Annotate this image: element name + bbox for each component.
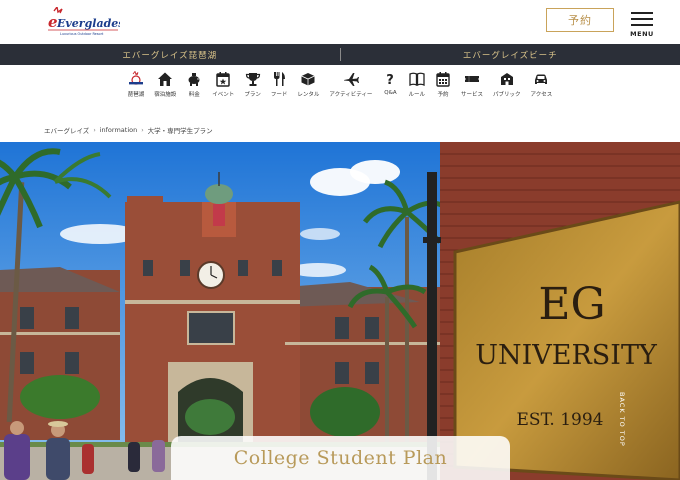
nav-label: パブリック <box>492 92 521 98</box>
nav-label: 予約 <box>437 92 449 98</box>
calendar-grid-icon <box>436 72 450 87</box>
nav-item-rental[interactable]: レンタル <box>297 71 319 98</box>
everglades-logo[interactable]: e Everglades Luxurious Outdoor Resort <box>46 7 120 37</box>
house-icon <box>158 72 173 86</box>
back-to-top-link[interactable]: BACK TO TOP <box>612 392 626 456</box>
menu-label: MENU <box>630 30 654 38</box>
nav-label: ルール <box>408 92 425 98</box>
sign-line2: UNIVERSITY <box>475 340 658 371</box>
nav-item-public[interactable]: パブリック <box>492 71 521 98</box>
sign-line1: EG <box>538 279 605 330</box>
hamburger-bar <box>631 18 653 20</box>
logo-subtitle: Luxurious Outdoor Resort <box>60 32 104 36</box>
nav-item-reserve[interactable]: 予約 <box>435 71 451 98</box>
chevron-right-icon: › <box>141 126 144 134</box>
breadcrumb-home-link[interactable]: エバーグレイズ <box>44 125 89 135</box>
box-icon <box>301 73 316 86</box>
nav-item-food[interactable]: フード <box>270 71 288 98</box>
nav-label: イベント <box>212 92 235 98</box>
nav-label: アクティビティー <box>329 92 373 98</box>
hamburger-bar <box>631 24 653 26</box>
nav-item-events[interactable]: イベント <box>212 71 234 98</box>
nav-item-access[interactable]: アクセス <box>530 71 552 98</box>
everglades-logo-icon: e Everglades Luxurious Outdoor Resort <box>48 7 120 36</box>
nav-label: サービス <box>460 92 483 98</box>
trophy-icon <box>245 73 260 86</box>
nav-label: アクセス <box>530 92 553 98</box>
sign-line3: EST. 1994 <box>517 410 604 430</box>
fork-knife-icon <box>274 72 286 86</box>
breadcrumb-information-link[interactable]: information <box>100 126 138 134</box>
nav-item-qa[interactable]: ? Q&A <box>382 71 398 96</box>
nav-item-activities[interactable]: アクティビティー <box>329 71 372 98</box>
university-campus-illustration: EG UNIVERSITY EST. 1994 <box>0 142 680 480</box>
page-title: College Student Plan <box>171 436 510 480</box>
nav-label: レンタル <box>297 92 320 98</box>
ticket-icon <box>464 76 479 82</box>
icon-navigation: 琵琶湖 宿泊施設 料金 イベント プラン フード レンタル アクティビティー ?… <box>0 65 680 103</box>
menu-button[interactable]: MENU <box>628 10 656 40</box>
location-bar: エバーグレイズ琵琶湖 エバーグレイズビーチ <box>0 44 680 65</box>
nav-item-pricing[interactable]: 料金 <box>186 71 202 98</box>
nav-label: プラン <box>244 92 261 98</box>
breadcrumb: エバーグレイズ › information › 大学・専門学生プラン <box>44 125 213 135</box>
nav-item-rules[interactable]: ルール <box>408 71 425 98</box>
nav-label: 琵琶湖 <box>127 92 145 98</box>
car-icon <box>535 74 548 84</box>
nav-item-lodging[interactable]: 宿泊施設 <box>154 71 176 98</box>
logo-text: Everglades <box>56 17 120 30</box>
hero-image: EG UNIVERSITY EST. 1994 <box>0 142 680 480</box>
nav-item-plans[interactable]: プラン <box>244 71 261 98</box>
nav-label: 宿泊施設 <box>154 92 177 98</box>
svg-text:?: ? <box>387 73 395 87</box>
question-icon: ? <box>387 73 395 87</box>
nav-item-biwako[interactable]: 琵琶湖 <box>127 71 145 98</box>
location-beach-link[interactable]: エバーグレイズビーチ <box>341 44 680 65</box>
everglades-logo-icon <box>129 71 144 85</box>
breadcrumb-current: 大学・専門学生プラン <box>147 127 213 135</box>
chevron-right-icon: › <box>93 126 96 134</box>
piggy-bank-icon <box>188 73 200 86</box>
airplane-icon <box>343 73 359 86</box>
nav-label: フード <box>270 92 288 98</box>
building-icon <box>500 73 513 85</box>
reserve-button[interactable]: 予約 <box>546 8 614 32</box>
nav-item-services[interactable]: サービス <box>461 71 483 98</box>
book-icon <box>409 72 425 87</box>
calendar-icon <box>216 72 231 87</box>
location-biwako-link[interactable]: エバーグレイズ琵琶湖 <box>0 44 340 65</box>
hamburger-icon <box>631 12 653 14</box>
site-header: e Everglades Luxurious Outdoor Resort 予約… <box>0 0 680 44</box>
nav-label: 料金 <box>188 92 200 98</box>
nav-label: Q&A <box>384 90 397 96</box>
